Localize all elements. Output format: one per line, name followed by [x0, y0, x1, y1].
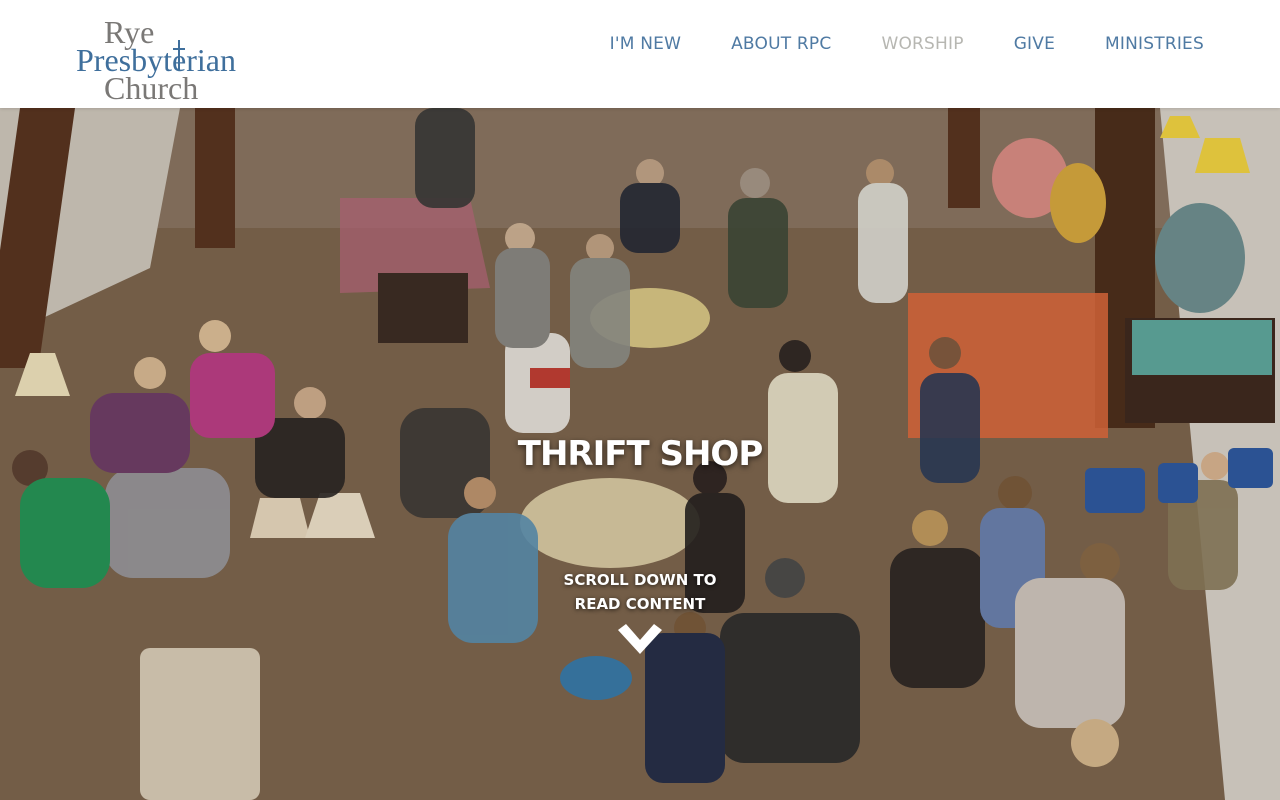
cross-icon: [173, 40, 185, 70]
nav-item-im-new: I'M NEW: [610, 34, 681, 54]
scroll-hint-line-1: SCROLL DOWN TO: [563, 571, 717, 589]
site-header: Rye Presbyterian Church I'M NEW ABOUT RP…: [0, 0, 1280, 108]
nav-item-give: GIVE: [1014, 34, 1055, 54]
nav-link-give[interactable]: GIVE: [1014, 34, 1055, 54]
nav-link-im-new[interactable]: I'M NEW: [610, 34, 681, 54]
logo-line-church: Church: [104, 70, 199, 106]
church-logo[interactable]: Rye Presbyterian Church: [76, 16, 260, 106]
nav-link-about-rpc[interactable]: ABOUT RPC: [731, 34, 831, 54]
nav-item-worship: WORSHIP: [881, 34, 963, 54]
nav-item-ministries: MINISTRIES: [1105, 34, 1204, 54]
hero-section: THRIFT SHOP SCROLL DOWN TO READ CONTENT: [0, 108, 1280, 800]
chevron-down-icon[interactable]: [616, 624, 664, 656]
nav-item-about-rpc: ABOUT RPC: [731, 34, 831, 54]
hero-title: THRIFT SHOP: [517, 434, 764, 474]
main-nav: I'M NEW ABOUT RPC WORSHIP GIVE MINISTRIE…: [610, 34, 1204, 54]
scroll-down-prompt[interactable]: SCROLL DOWN TO READ CONTENT: [0, 568, 1280, 656]
scroll-hint-line-2: READ CONTENT: [574, 595, 706, 613]
nav-link-ministries[interactable]: MINISTRIES: [1105, 34, 1204, 54]
nav-link-worship[interactable]: WORSHIP: [881, 34, 963, 54]
